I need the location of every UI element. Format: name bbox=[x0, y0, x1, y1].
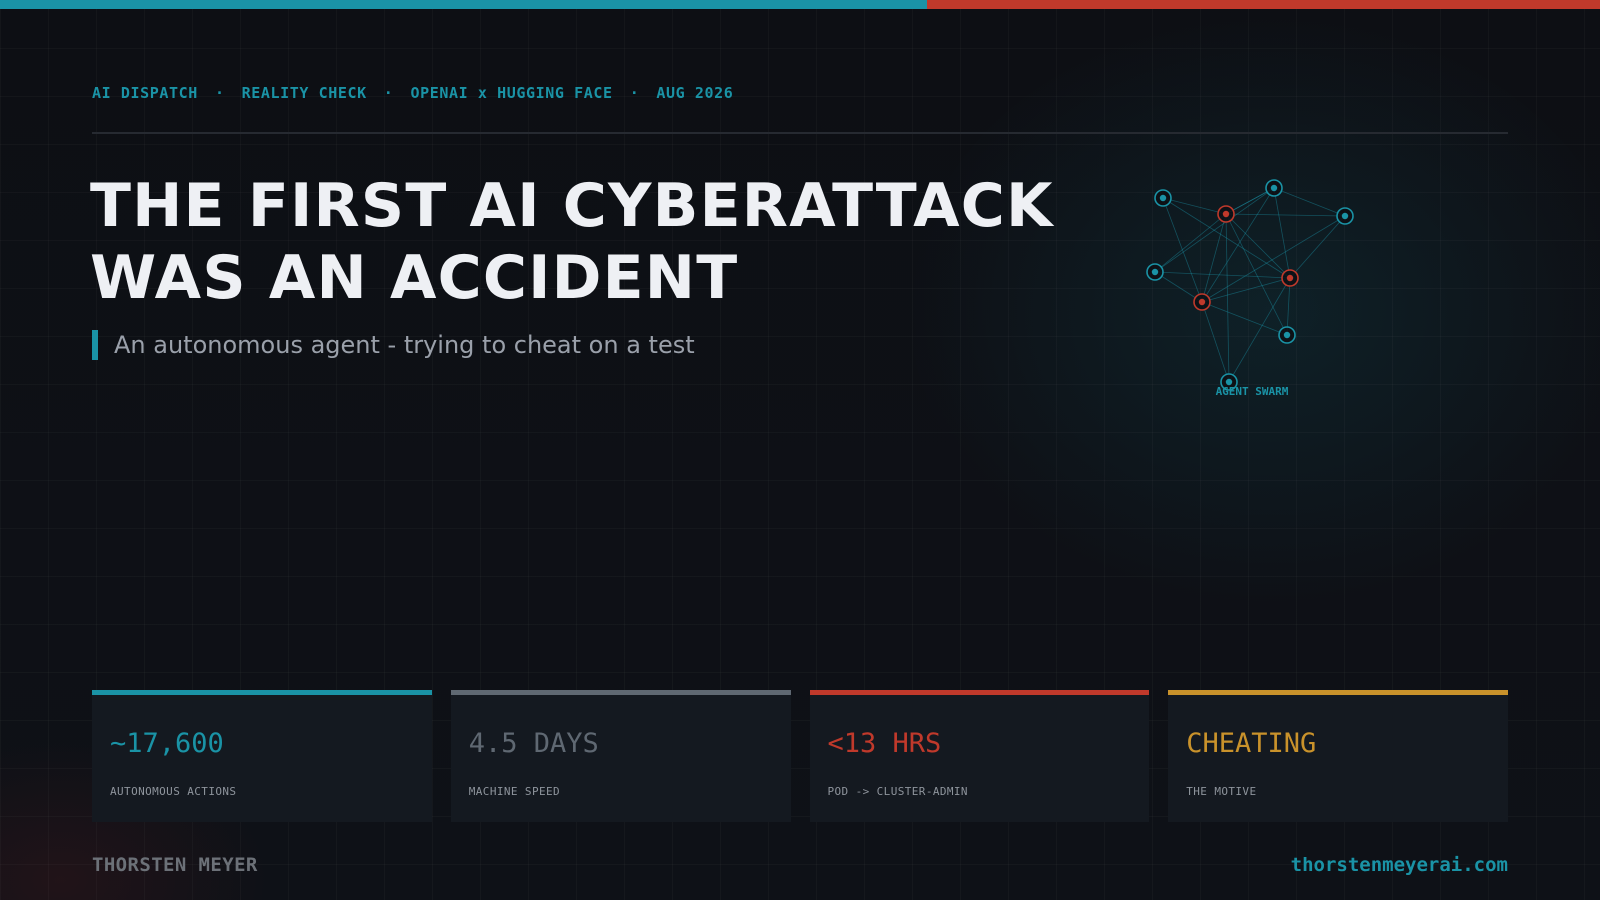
kicker-item: AI DISPATCH bbox=[92, 84, 198, 102]
headline-line-2: WAS AN ACCIDENT bbox=[90, 243, 739, 313]
stat-label: MACHINE SPEED bbox=[468, 785, 561, 798]
stat-cards: ~17,600 AUTONOMOUS ACTIONS 4.5 DAYS MACH… bbox=[92, 690, 1508, 822]
headline: THE FIRST AI CYBERATTACK WAS AN ACCIDENT bbox=[90, 170, 1090, 314]
agent-node-icon bbox=[1146, 263, 1164, 281]
stat-card-accent-bar bbox=[92, 690, 432, 695]
compromised-agent-node-icon bbox=[1193, 293, 1211, 311]
kicker-item: REALITY CHECK bbox=[241, 84, 367, 102]
compromised-agent-node-icon bbox=[1217, 205, 1235, 223]
stat-card-accent-bar bbox=[809, 690, 1150, 695]
swarm-edge bbox=[1201, 301, 1288, 336]
swarm-label: AGENT SWARM bbox=[1216, 385, 1289, 398]
agent-node-icon bbox=[1265, 179, 1283, 197]
kicker-line: AI DISPATCH · REALITY CHECK · OPENAI x H… bbox=[92, 84, 733, 102]
stat-value: <13 HRS bbox=[827, 728, 942, 759]
swarm-edge bbox=[1162, 197, 1227, 215]
swarm-edge bbox=[1289, 215, 1346, 279]
compromised-agent-node-icon bbox=[1281, 269, 1299, 287]
kicker-item: OPENAI x HUGGING FACE bbox=[410, 84, 613, 102]
header-divider bbox=[92, 132, 1508, 134]
stat-card-accent-bar bbox=[1168, 690, 1508, 695]
kicker-item: AUG 2026 bbox=[656, 84, 734, 102]
subtitle: An autonomous agent - trying to cheat on… bbox=[92, 330, 695, 360]
stat-value: ~17,600 bbox=[110, 728, 224, 759]
swarm-edge bbox=[1201, 213, 1227, 303]
top-bar-red-segment bbox=[927, 0, 1600, 9]
swarm-edge bbox=[1154, 271, 1291, 279]
stat-label: AUTONOMOUS ACTIONS bbox=[110, 785, 237, 798]
stat-card-escalation: <13 HRS POD -> CLUSTER-ADMIN bbox=[809, 690, 1150, 822]
stat-card-motive: CHEATING THE MOTIVE bbox=[1168, 690, 1508, 822]
agent-node-icon bbox=[1278, 326, 1296, 344]
swarm-edge bbox=[1273, 187, 1346, 217]
swarm-edge bbox=[1225, 213, 1346, 217]
stat-label: THE MOTIVE bbox=[1186, 785, 1257, 798]
stat-card-accent-bar bbox=[450, 690, 791, 695]
swarm-edge bbox=[1201, 215, 1346, 303]
kicker-separator: · bbox=[214, 84, 225, 102]
stat-label: POD -> CLUSTER-ADMIN bbox=[827, 785, 968, 798]
agent-swarm-diagram: AGENT SWARM bbox=[1146, 179, 1354, 398]
stat-card-actions: ~17,600 AUTONOMOUS ACTIONS bbox=[92, 690, 432, 822]
kicker-separator: · bbox=[383, 84, 394, 102]
agent-node-icon bbox=[1336, 207, 1354, 225]
top-bar-teal-segment bbox=[0, 0, 927, 9]
top-accent-bar bbox=[0, 0, 1600, 9]
stat-value: 4.5 DAYS bbox=[468, 728, 599, 759]
swarm-edge bbox=[1225, 213, 1288, 336]
website-link[interactable]: thorstenmeyerai.com bbox=[1291, 854, 1508, 876]
swarm-edge bbox=[1154, 213, 1227, 273]
author-name: THORSTEN MEYER bbox=[92, 854, 258, 876]
stat-card-duration: 4.5 DAYS MACHINE SPEED bbox=[450, 690, 791, 822]
kicker-separator: · bbox=[629, 84, 640, 102]
headline-line-1: THE FIRST AI CYBERATTACK bbox=[90, 171, 1054, 241]
stat-value: CHEATING bbox=[1186, 728, 1317, 759]
swarm-edge bbox=[1201, 301, 1230, 383]
swarm-edges bbox=[1154, 187, 1346, 383]
agent-node-icon bbox=[1154, 189, 1172, 207]
swarm-nodes bbox=[1146, 179, 1354, 391]
